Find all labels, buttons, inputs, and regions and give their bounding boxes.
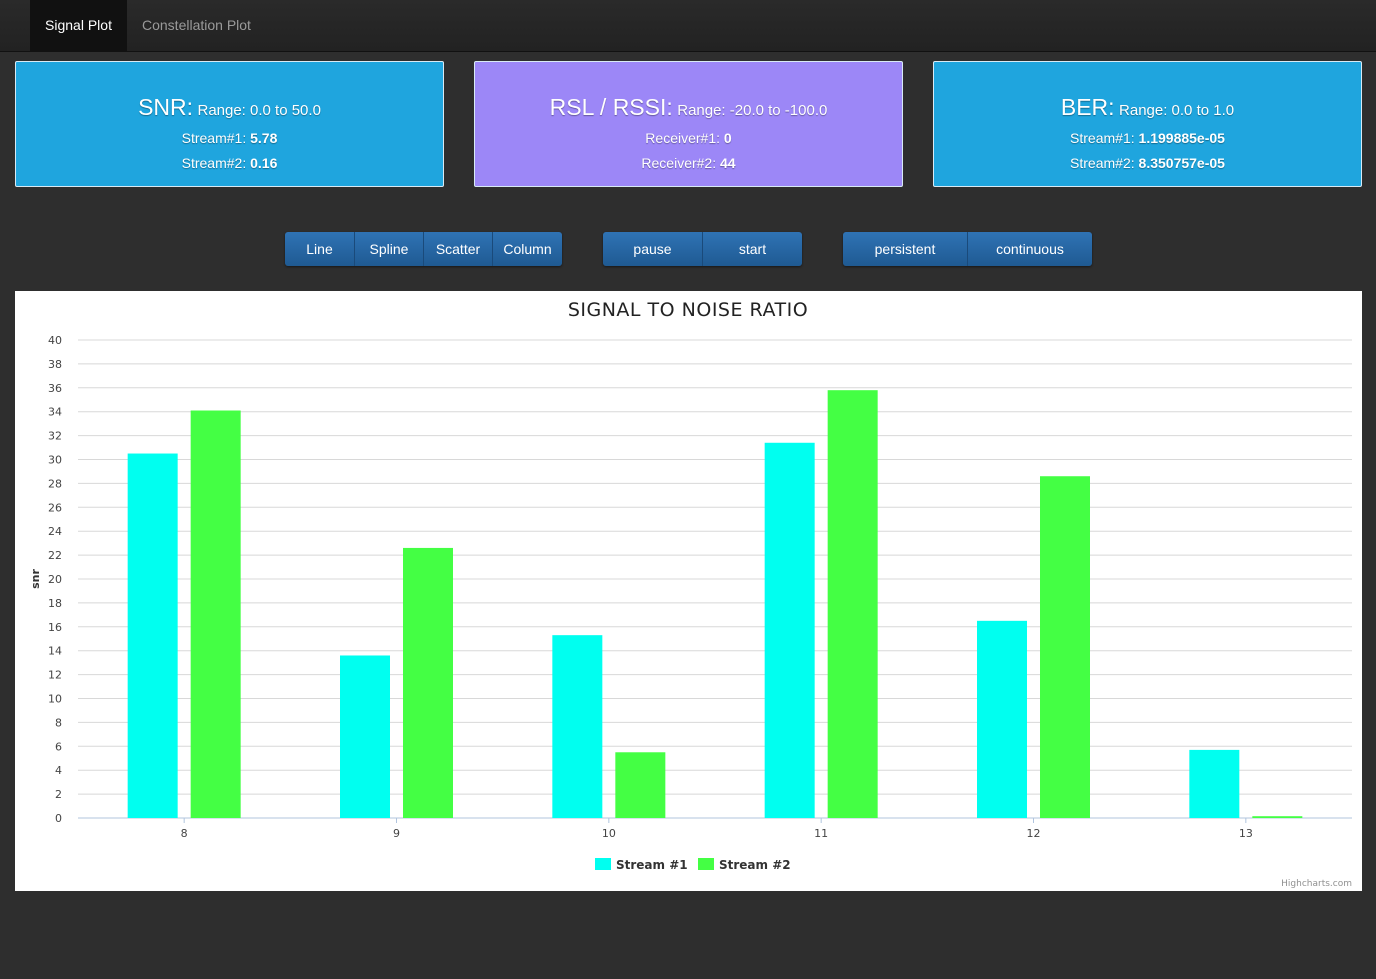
bar-s1-10[interactable] — [552, 635, 603, 818]
ber-stream2-value: 8.350757e-05 — [1138, 155, 1225, 171]
y-axis-label: snr — [29, 569, 42, 589]
rsl-receiver1-value: 0 — [723, 130, 732, 146]
scatter-button[interactable]: Scatter — [424, 232, 493, 266]
y-tick-2: 4 — [55, 764, 62, 777]
continuous-button[interactable]: continuous — [968, 232, 1092, 266]
ber-stream2-label: Stream#2: — [1070, 155, 1135, 171]
snr-stream2-label: Stream#2: — [181, 155, 247, 171]
legend-label-1[interactable]: Stream #1 — [616, 858, 688, 872]
ber-stream1-value: 1.199885e-05 — [1138, 130, 1225, 146]
bar-s2-8[interactable] — [190, 410, 241, 818]
tab-signal-plot[interactable]: Signal Plot — [30, 0, 127, 51]
y-tick-16: 32 — [48, 430, 62, 443]
bar-s2-13[interactable] — [1252, 816, 1303, 818]
tab-constellation-plot[interactable]: Constellation Plot — [127, 0, 266, 51]
legend-swatch-2[interactable] — [698, 858, 714, 870]
ber-range: Range: 0.0 to 1.0 — [1119, 102, 1235, 119]
y-tick-19: 38 — [48, 358, 62, 371]
playback-button-group: pause start — [603, 232, 802, 266]
rsl-receiver2-value: 44 — [720, 155, 736, 171]
snr-stream1-label: Stream#1: — [181, 130, 247, 146]
y-tick-10: 20 — [48, 573, 62, 586]
ber-stream1: Stream#1: 1.199885e-05 — [934, 126, 1361, 151]
rsl-range: Range: -20.0 to -100.0 — [677, 102, 828, 119]
rsl-receiver1-label: Receiver#1: — [645, 130, 720, 146]
ber-stream2: Stream#2: 8.350757e-05 — [934, 151, 1361, 176]
line-button[interactable]: Line — [285, 232, 355, 266]
x-tick-12: 12 — [1027, 827, 1041, 840]
start-button[interactable]: start — [703, 232, 802, 266]
bar-s1-12[interactable] — [977, 620, 1027, 818]
bar-s2-9[interactable] — [403, 547, 453, 818]
chart-credit[interactable]: Highcharts.com — [1281, 879, 1352, 889]
y-tick-7: 14 — [48, 645, 62, 658]
chart-type-button-group: Line Spline Scatter Column — [285, 232, 562, 266]
spline-button[interactable]: Spline — [355, 232, 424, 266]
rsl-receiver1: Receiver#1: 0 — [475, 126, 902, 151]
snr-chart: SIGNAL TO NOISE RATIO 0 2 4 6 8 10 12 14 16 18 20 2… — [15, 291, 1362, 891]
bar-s2-12[interactable] — [1040, 476, 1090, 818]
x-tick-13: 13 — [1239, 827, 1253, 840]
bar-s2-11[interactable] — [827, 390, 878, 818]
snr-range: Range: 0.0 to 50.0 — [197, 102, 321, 119]
y-tick-12: 24 — [48, 525, 62, 538]
y-tick-18: 36 — [48, 382, 62, 395]
snr-stream1: Stream#1: 5.78 — [16, 126, 443, 151]
x-tick-9: 9 — [393, 827, 400, 840]
chart-legend[interactable]: Stream #1 Stream #2 — [595, 858, 791, 872]
y-tick-11: 22 — [48, 549, 62, 562]
bar-s2-10[interactable] — [615, 752, 666, 818]
rsl-title: RSL / RSSI: — [549, 94, 673, 120]
legend-swatch-1[interactable] — [595, 858, 611, 870]
y-tick-0: 0 — [55, 812, 62, 825]
y-tick-5: 10 — [48, 693, 62, 706]
ber-header: BER: Range: 0.0 to 1.0 — [934, 92, 1361, 126]
column-button[interactable]: Column — [493, 232, 562, 266]
rsl-receiver2-label: Receiver#2: — [641, 155, 717, 171]
x-tick-11: 11 — [814, 827, 828, 840]
snr-chart-svg: SIGNAL TO NOISE RATIO 024681012141618202… — [29, 299, 1352, 889]
bar-s1-13[interactable] — [1189, 749, 1240, 818]
x-tick-8: 8 — [181, 827, 188, 840]
ber-stream1-label: Stream#1: — [1070, 130, 1135, 146]
chart-grid — [78, 339, 1352, 823]
y-tick-1: 2 — [55, 788, 62, 801]
x-axis-ticks: 8 9 10 11 12 13 — [181, 827, 1253, 840]
snr-stream1-value: 5.78 — [250, 130, 278, 146]
y-tick-13: 26 — [48, 501, 62, 514]
y-tick-9: 18 — [48, 597, 62, 610]
mode-button-group: persistent continuous — [843, 232, 1092, 266]
snr-title: SNR: — [138, 94, 194, 120]
y-tick-6: 12 — [48, 669, 62, 682]
chart-title: SIGNAL TO NOISE RATIO — [568, 299, 808, 321]
top-navbar: Signal Plot Constellation Plot — [0, 0, 1376, 52]
snr-stream2-value: 0.16 — [250, 155, 278, 171]
y-tick-14: 28 — [48, 477, 62, 490]
rsl-card: RSL / RSSI: Range: -20.0 to -100.0 Recei… — [474, 61, 903, 187]
bar-s1-9[interactable] — [340, 655, 390, 818]
legend-label-2[interactable]: Stream #2 — [719, 858, 791, 872]
bar-s1-11[interactable] — [764, 442, 815, 818]
y-axis-ticks: 0246810121416182022242628303234363840 — [48, 334, 62, 825]
y-tick-17: 34 — [48, 406, 62, 419]
y-tick-15: 30 — [48, 454, 62, 467]
persistent-button[interactable]: persistent — [843, 232, 968, 266]
snr-header: SNR: Range: 0.0 to 50.0 — [16, 92, 443, 126]
snr-card: SNR: Range: 0.0 to 50.0 Stream#1: 5.78 S… — [15, 61, 444, 187]
bar-s1-8[interactable] — [127, 453, 178, 818]
snr-stream2: Stream#2: 0.16 — [16, 151, 443, 176]
rsl-header: RSL / RSSI: Range: -20.0 to -100.0 — [475, 92, 902, 126]
ber-title: BER: — [1060, 94, 1115, 120]
ber-card: BER: Range: 0.0 to 1.0 Stream#1: 1.19988… — [933, 61, 1362, 187]
x-tick-10: 10 — [602, 827, 616, 840]
y-tick-8: 16 — [48, 621, 62, 634]
y-tick-4: 8 — [55, 716, 62, 729]
chart-bars — [127, 390, 1303, 818]
rsl-receiver2: Receiver#2: 44 — [475, 151, 902, 176]
y-tick-3: 6 — [55, 740, 62, 753]
y-tick-20: 40 — [48, 334, 62, 347]
pause-button[interactable]: pause — [603, 232, 703, 266]
